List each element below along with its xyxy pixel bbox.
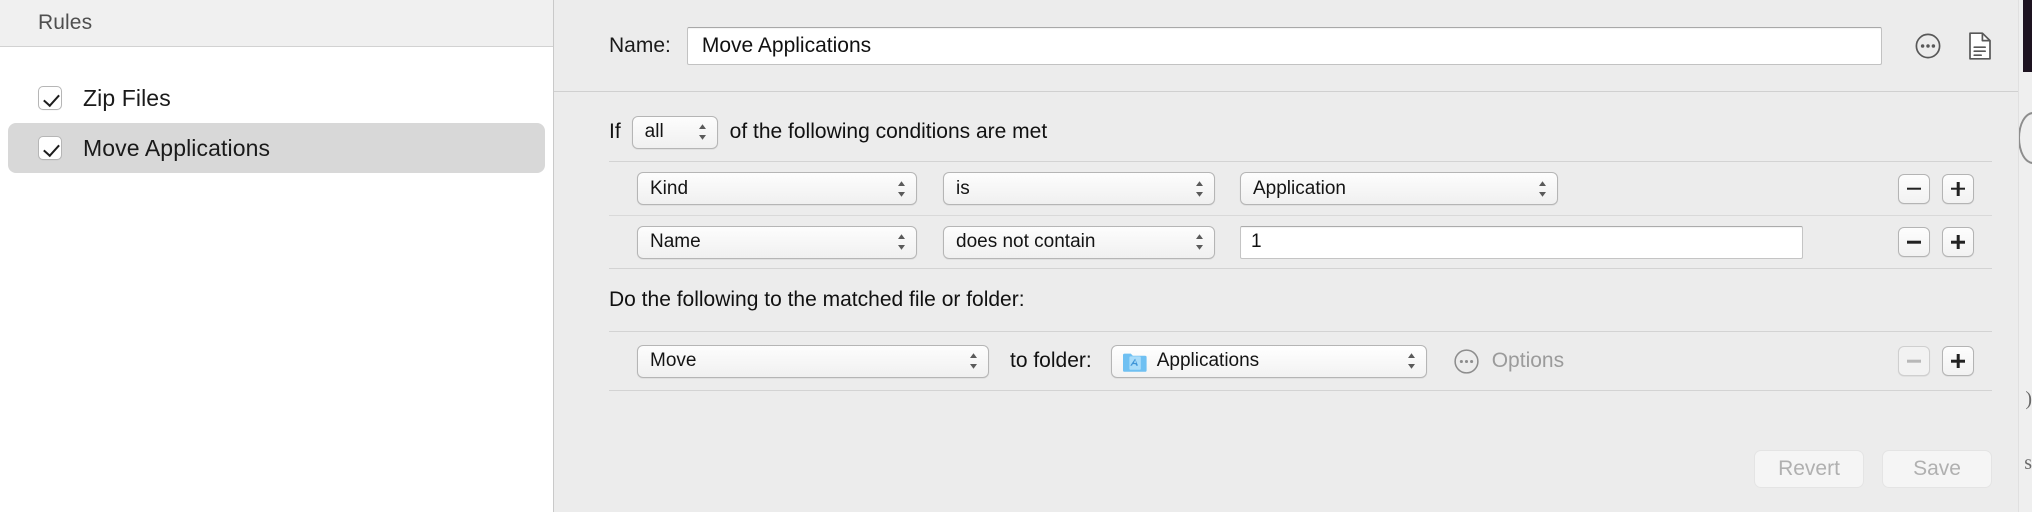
add-action-button[interactable] [1942, 346, 1974, 376]
add-condition-button[interactable] [1942, 227, 1974, 257]
rule-name-label: Move Applications [83, 134, 271, 161]
rules-list: Zip Files Move Applications [0, 47, 553, 173]
chevron-updown-icon [1539, 180, 1546, 197]
conditions-trailing-label: of the following conditions are met [729, 120, 1048, 143]
condition-value-input[interactable]: 1 [1240, 225, 1803, 259]
remove-action-button[interactable] [1898, 346, 1930, 376]
applications-folder-icon [1122, 353, 1147, 372]
condition-operator-value: does not contain [956, 231, 1096, 252]
condition-operator-dropdown[interactable]: is [943, 172, 1215, 205]
rules-preferences-window: Rules Zip Files Move Applications Name: … [0, 0, 2032, 512]
chevron-updown-icon [1196, 180, 1203, 197]
conditions-section: If all of the following conditions are m… [554, 103, 2032, 391]
rule-detail-pane: Name: Move Applications If all of the fo… [554, 0, 2032, 512]
condition-operator-dropdown[interactable]: does not contain [943, 225, 1215, 259]
action-type-value: Move [650, 350, 697, 371]
to-folder-label: to folder: [1010, 349, 1092, 372]
chevron-updown-icon [898, 180, 905, 197]
condition-row-buttons [1898, 173, 1974, 204]
condition-row-buttons [1898, 227, 1974, 257]
chevron-updown-icon [898, 234, 905, 250]
action-type-dropdown[interactable]: Move [637, 344, 989, 378]
remove-condition-button[interactable] [1898, 227, 1930, 257]
if-label: If [609, 120, 621, 143]
destination-folder-dropdown[interactable]: Applications [1110, 344, 1427, 378]
sidebar-header: Rules [0, 0, 553, 47]
condition-attribute-dropdown[interactable]: Name [637, 225, 917, 259]
condition-row: Kind is Application [609, 162, 1992, 215]
conditions-match-line: If all of the following conditions are m… [609, 103, 2032, 161]
action-options-label: Options [1491, 349, 1565, 372]
revert-button[interactable]: Revert [1754, 450, 1864, 488]
condition-attribute-dropdown[interactable]: Kind [637, 172, 917, 205]
rule-name-input[interactable]: Move Applications [686, 26, 1882, 65]
sidebar-item-zip-files[interactable]: Zip Files [8, 73, 545, 123]
rule-header-icons [1914, 31, 1994, 61]
actions-rows: Move to folder: Applications Options [609, 331, 1992, 391]
sidebar-title: Rules [38, 11, 93, 34]
background-window-titlebar [2023, 0, 2032, 72]
destination-folder-value: Applications [1156, 350, 1260, 371]
actions-heading-label: Do the following to the matched file or … [609, 288, 1025, 311]
chevron-updown-icon [698, 124, 706, 140]
condition-row: Name does not contain 1 [609, 215, 1992, 268]
save-button[interactable]: Save [1882, 450, 1992, 488]
chevron-updown-icon [970, 353, 977, 369]
sidebar-item-move-applications[interactable]: Move Applications [8, 123, 545, 173]
condition-attribute-value: Kind [650, 177, 689, 199]
action-row-buttons [1898, 346, 1974, 376]
rule-enabled-checkbox[interactable] [38, 136, 62, 160]
action-row: Move to folder: Applications Options [609, 332, 1992, 390]
condition-value-text: Application [1253, 177, 1346, 199]
rules-sidebar: Rules Zip Files Move Applications [0, 0, 554, 512]
conditions-rows: Kind is Application Name does not contai… [609, 161, 1992, 269]
condition-value-dropdown[interactable]: Application [1240, 172, 1558, 205]
match-mode-dropdown[interactable]: all [631, 115, 718, 149]
match-mode-value: all [644, 121, 664, 142]
remove-condition-button[interactable] [1898, 173, 1930, 204]
actions-heading: Do the following to the matched file or … [609, 269, 2032, 331]
rule-enabled-checkbox[interactable] [38, 86, 62, 110]
condition-attribute-value: Name [650, 231, 701, 252]
ellipsis-circle-icon[interactable] [1453, 348, 1480, 375]
background-window-glyph: s [2024, 452, 2032, 474]
background-window-sliver: ) s [2018, 0, 2032, 512]
rule-name-label: Zip Files [83, 84, 171, 111]
background-window-arc [2019, 112, 2032, 164]
condition-operator-value: is [956, 177, 970, 199]
document-icon[interactable] [1966, 31, 1994, 61]
name-field-label: Name: [609, 33, 671, 57]
action-options-group[interactable]: Options [1453, 348, 1564, 375]
add-condition-button[interactable] [1942, 173, 1974, 204]
rule-name-bar: Name: Move Applications [554, 0, 2032, 92]
background-window-glyph: ) [2025, 388, 2032, 410]
chevron-updown-icon [1407, 353, 1415, 369]
detail-footer: Revert Save [1754, 450, 1992, 488]
more-options-icon[interactable] [1914, 31, 1942, 61]
chevron-updown-icon [1196, 234, 1203, 250]
